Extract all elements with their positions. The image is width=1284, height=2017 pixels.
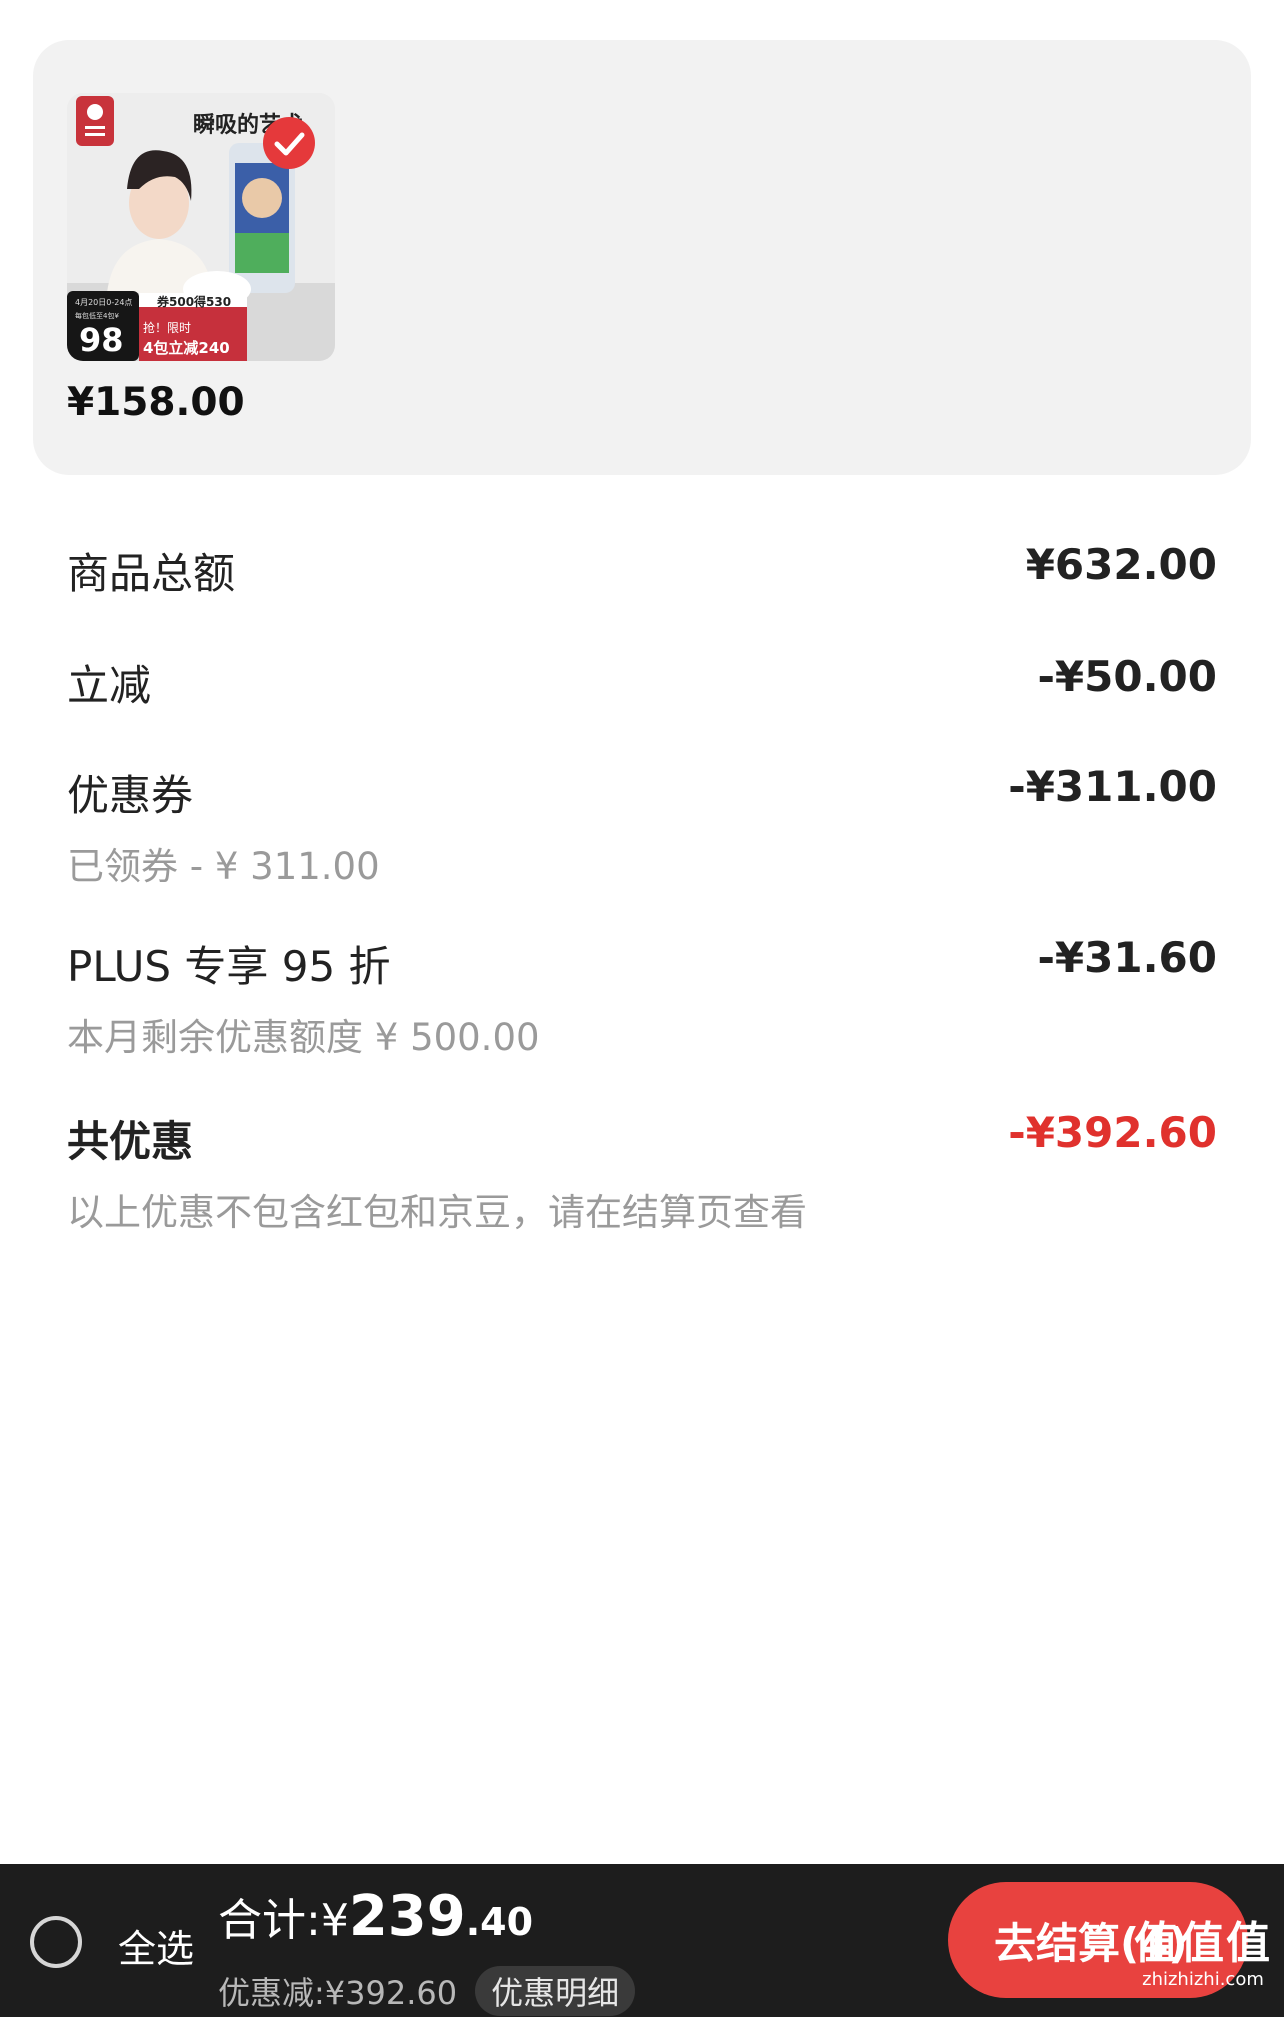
select-all-label[interactable]: 全选 <box>118 1918 194 1973</box>
plus-value: -¥31.60 <box>1037 933 1217 982</box>
saving-summary: 优惠减:¥392.60 优惠明细 <box>218 1966 636 2016</box>
product-image-tag-prefix: 每包低至4包¥ <box>75 312 119 320</box>
product-thumbnail[interactable]: 瞬吸的艺术 4月20日0-24点 每包低至4包¥ 98 券500得530 抢！限… <box>67 93 335 361</box>
check-icon[interactable] <box>261 115 317 171</box>
watermark: 值值值 zhizhizhi.com <box>1128 1920 1278 2012</box>
watermark-url: zhizhizhi.com <box>1142 1969 1264 1990</box>
goods-total-value: ¥632.00 <box>1025 540 1217 589</box>
product-image-price-big: 98 <box>79 321 124 359</box>
total-amount: 合计:¥239.40 <box>218 1884 533 1949</box>
goods-total-row: 商品总额 ¥632.00 <box>67 540 1217 600</box>
product-image-promo-line1: 抢！限时 <box>143 321 192 335</box>
brand-logo-icon <box>76 96 114 146</box>
coupon-row: 优惠券 -¥311.00 已领券 - ¥ 311.00 <box>67 762 1217 892</box>
bottom-bar: 全选 合计:¥239.40 优惠减:¥392.60 优惠明细 去结算(4) <box>0 1864 1284 2017</box>
product-image-date: 4月20日0-24点 <box>75 298 133 307</box>
plus-label: PLUS 专享 95 折 <box>67 942 391 991</box>
total-discount-row: 共优惠 -¥392.60 以上优惠不包含红包和京豆，请在结算页查看 <box>67 1108 1217 1238</box>
total-label: 合计:¥ <box>218 1895 349 1946</box>
discount-detail-button[interactable]: 优惠明细 <box>475 1966 636 2016</box>
product-card[interactable]: 瞬吸的艺术 4月20日0-24点 每包低至4包¥ 98 券500得530 抢！限… <box>33 40 1251 475</box>
instant-cut-row: 立减 -¥50.00 <box>67 652 1217 712</box>
total-decimal: .40 <box>465 1900 534 1944</box>
plus-row: PLUS 专享 95 折 -¥31.60 本月剩余优惠额度 ¥ 500.00 <box>67 933 1217 1063</box>
product-price: ¥158.00 <box>67 380 245 425</box>
total-discount-label: 共优惠 <box>67 1117 194 1166</box>
product-image-promo-line2: 4包立减240 <box>143 339 230 357</box>
total-discount-sub: 以上优惠不包含红包和京豆，请在结算页查看 <box>67 1191 807 1234</box>
saving-text: 优惠减:¥392.60 <box>218 1974 458 2012</box>
coupon-value: -¥311.00 <box>1008 762 1217 811</box>
instant-cut-label: 立减 <box>67 661 152 710</box>
total-discount-value: -¥392.60 <box>1008 1108 1217 1157</box>
product-image-promo-top: 券500得530 <box>157 295 232 309</box>
instant-cut-value: -¥50.00 <box>1037 652 1217 701</box>
select-all-radio[interactable] <box>30 1916 82 1968</box>
watermark-logo: 值值值 <box>1134 1918 1272 1969</box>
coupon-label: 优惠券 <box>67 771 194 820</box>
coupon-sub: 已领券 - ¥ 311.00 <box>67 845 380 888</box>
goods-total-label: 商品总额 <box>67 549 236 598</box>
total-integer: 239 <box>348 1884 466 1949</box>
plus-sub: 本月剩余优惠额度 ¥ 500.00 <box>67 1016 540 1059</box>
